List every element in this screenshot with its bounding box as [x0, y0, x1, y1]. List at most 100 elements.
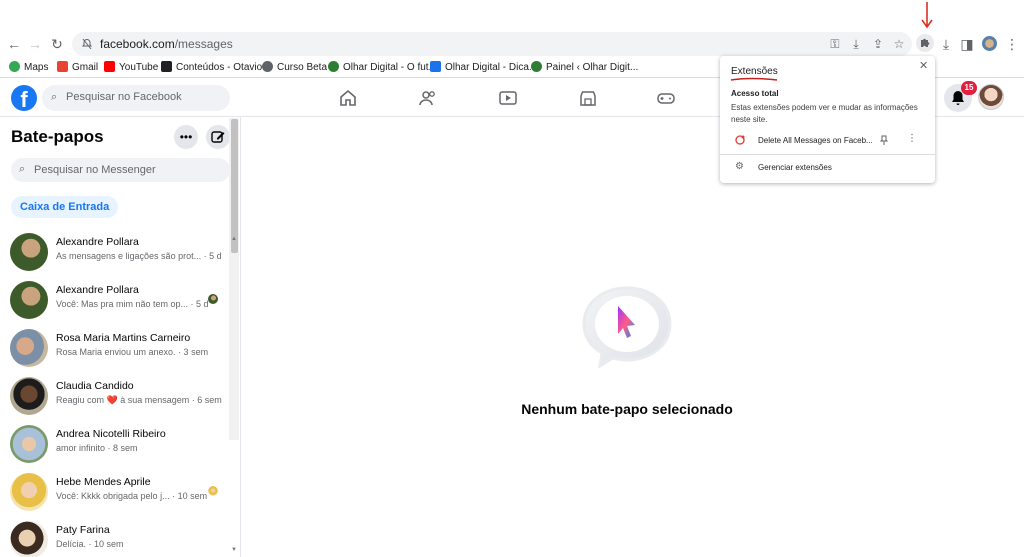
- gmail-icon: [57, 61, 68, 72]
- profile-avatar[interactable]: [982, 36, 997, 51]
- facebook-search-input[interactable]: ⌕ Pesquisar no Facebook: [42, 85, 230, 111]
- access-heading: Acesso total: [731, 89, 779, 98]
- chat-name: Paty Farina: [56, 524, 110, 536]
- chat-snippet: Você: Kkkk obrigada pelo j... · 10 sem: [56, 491, 208, 501]
- chat-row[interactable]: Andrea Nicotelli Ribeiro amor infinito · …: [0, 421, 228, 469]
- share-icon[interactable]: ⇪: [871, 37, 885, 51]
- read-receipt-avatar: [208, 294, 218, 304]
- chat-name: Rosa Maria Martins Carneiro: [56, 332, 191, 344]
- chat-row[interactable]: Alexandre Pollara Você: Mas pra mim não t…: [0, 277, 228, 325]
- scrollbar-thumb[interactable]: [231, 119, 238, 253]
- url-text: facebook.com/messages: [100, 37, 233, 51]
- scroll-down-icon[interactable]: ▼: [231, 547, 237, 553]
- key-icon[interactable]: ⚿: [828, 37, 842, 51]
- new-message-button[interactable]: [206, 125, 230, 149]
- chat-row[interactable]: Hebe Mendes Aprile Você: Kkkk obrigada pe…: [0, 469, 228, 517]
- avatar: [10, 377, 48, 415]
- extensions-popup: Extensões ✕ Acesso total Estas extensões…: [720, 56, 935, 183]
- forward-icon[interactable]: →: [26, 35, 44, 53]
- menu-kebab-icon[interactable]: ⋮: [1003, 35, 1021, 53]
- chat-snippet: Delícia. · 10 sem: [56, 539, 124, 549]
- facebook-logo-icon[interactable]: f: [11, 85, 37, 111]
- chat-row[interactable]: Rosa Maria Martins Carneiro Rosa Maria en…: [0, 325, 228, 373]
- manage-extensions-label: Gerenciar extensões: [758, 163, 832, 172]
- youtube-icon: [104, 61, 115, 72]
- home-icon[interactable]: [338, 88, 358, 108]
- divider: [720, 154, 935, 155]
- address-bar[interactable]: facebook.com/messages ⚿ ⤓ ⇪ ☆: [72, 32, 912, 56]
- notification-badge: 15: [961, 81, 977, 95]
- chat-name: Claudia Candido: [56, 380, 134, 392]
- watch-icon[interactable]: [498, 88, 518, 108]
- account-avatar[interactable]: [978, 84, 1004, 110]
- extension-logo-icon: [735, 135, 745, 145]
- bookmark-painel[interactable]: Painel ‹ Olhar Digit...: [531, 61, 638, 75]
- more-dots-icon: •••: [179, 130, 193, 144]
- read-receipt-avatar: [208, 486, 218, 496]
- chat-name: Andrea Nicotelli Ribeiro: [56, 428, 166, 440]
- bookmark-youtube[interactable]: YouTube: [104, 61, 158, 75]
- install-app-icon[interactable]: ⤓: [849, 37, 863, 51]
- bookmark-olhar-digital-1[interactable]: Olhar Digital - O fut...: [328, 61, 437, 75]
- olhar-digital-dica-icon: [430, 61, 441, 72]
- friends-icon[interactable]: [418, 88, 438, 108]
- bookmark-olhar-digital-2[interactable]: Olhar Digital - Dica...: [430, 61, 537, 75]
- chat-row[interactable]: Alexandre Pollara As mensagens e ligações…: [0, 229, 228, 277]
- chat-row[interactable]: Claudia Candido Reagiu com ❤️ à sua mensa…: [0, 373, 228, 421]
- painel-icon: [531, 61, 542, 72]
- tab-inbox[interactable]: Caixa de Entrada: [11, 196, 119, 218]
- globe-icon: [262, 61, 273, 72]
- browser-tab-strip: [0, 0, 1024, 30]
- gaming-icon[interactable]: [656, 88, 676, 108]
- chat-row[interactable]: Paty Farina Delícia. · 10 sem: [0, 517, 228, 557]
- extension-menu-icon[interactable]: ⋮: [907, 133, 917, 144]
- messenger-search-input[interactable]: ⌕ Pesquisar no Messenger: [11, 158, 230, 182]
- close-icon[interactable]: ✕: [919, 59, 928, 72]
- bookmark-gmail[interactable]: Gmail: [57, 61, 98, 75]
- conteudos-icon: [161, 61, 172, 72]
- extensions-popup-title: Extensões: [731, 66, 778, 77]
- empty-chat-illustration: [582, 286, 672, 368]
- facebook-search-placeholder: Pesquisar no Facebook: [66, 91, 182, 103]
- messenger-search-placeholder: Pesquisar no Messenger: [34, 164, 156, 176]
- scroll-up-icon[interactable]: ▲: [231, 236, 237, 242]
- bookmark-curso-beta[interactable]: Curso Beta: [262, 61, 327, 75]
- chat-name: Alexandre Pollara: [56, 236, 139, 248]
- sidebar-title: Bate-papos: [11, 127, 104, 146]
- gear-icon: ⚙: [735, 161, 744, 172]
- reload-icon[interactable]: ↻: [48, 35, 66, 53]
- underline-annotation: [730, 77, 778, 81]
- extensions-button[interactable]: [916, 34, 934, 52]
- extension-item[interactable]: Delete All Messages on Faceb... ⋮: [720, 130, 935, 150]
- pin-icon[interactable]: [879, 135, 889, 145]
- downloads-icon[interactable]: ⤓: [937, 35, 955, 53]
- avatar: [10, 425, 48, 463]
- avatar: [10, 329, 48, 367]
- chat-snippet: Você: Mas pra mim não tem op... · 5 d: [56, 299, 209, 309]
- compose-icon: [211, 131, 225, 143]
- chat-snippet: Reagiu com ❤️ à sua mensagem · 6 sem: [56, 395, 222, 405]
- maps-icon: [9, 61, 20, 72]
- chat-name: Hebe Mendes Aprile: [56, 476, 151, 488]
- empty-state-title: Nenhum bate-papo selecionado: [521, 401, 733, 417]
- avatar: [10, 521, 48, 557]
- site-info-icon[interactable]: [81, 38, 93, 50]
- extension-name: Delete All Messages on Faceb...: [758, 136, 873, 145]
- avatar: [10, 473, 48, 511]
- avatar: [10, 281, 48, 319]
- marketplace-icon[interactable]: [578, 88, 598, 108]
- more-options-button[interactable]: •••: [174, 125, 198, 149]
- chat-snippet: Rosa Maria enviou um anexo. · 3 sem: [56, 347, 209, 357]
- bookmark-star-icon[interactable]: ☆: [892, 37, 906, 51]
- manage-extensions-item[interactable]: ⚙ Gerenciar extensões: [720, 158, 935, 178]
- annotation-arrow-icon: [921, 2, 933, 29]
- access-description: Estas extensões podem ver e mudar as inf…: [731, 103, 918, 124]
- back-icon[interactable]: ←: [5, 35, 23, 53]
- avatar: [10, 233, 48, 271]
- bookmark-conteudos[interactable]: Conteúdos - Otavio...: [161, 61, 271, 75]
- olhar-digital-icon: [328, 61, 339, 72]
- side-panel-icon[interactable]: ◨: [958, 35, 976, 53]
- chat-snippet: amor infinito · 8 sem: [56, 443, 138, 453]
- bookmark-maps[interactable]: Maps: [9, 61, 48, 75]
- puzzle-icon: [921, 38, 930, 47]
